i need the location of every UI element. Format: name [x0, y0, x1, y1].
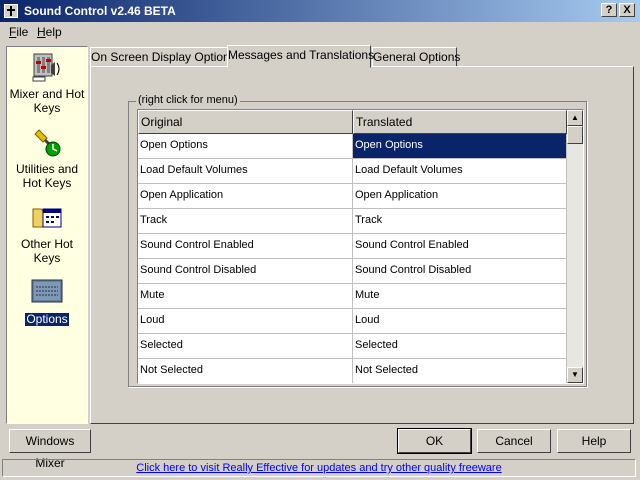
ok-button[interactable]: OK	[397, 428, 472, 454]
table-row[interactable]: Not Selected Not Selected	[138, 359, 567, 383]
sidebar-item-label: Other Hot	[20, 237, 74, 251]
scroll-thumb[interactable]	[567, 126, 583, 144]
app-icon[interactable]	[4, 4, 18, 18]
cell-translated[interactable]: Loud	[353, 309, 567, 334]
table-row[interactable]: Open Options Open Options	[138, 134, 567, 159]
windows-mixer-button[interactable]: Windows Mixer	[9, 429, 91, 470]
sidebar-item-label: Keys	[33, 101, 61, 115]
table-row[interactable]: Sound Control Enabled Sound Control Enab…	[138, 234, 567, 259]
menu-help[interactable]: Help	[37, 25, 62, 39]
cell-original[interactable]: Not Selected	[138, 359, 353, 383]
help-title-button[interactable]: ?	[601, 3, 617, 17]
table-row[interactable]: Selected Selected	[138, 334, 567, 359]
sidebar-item-options[interactable]: Options	[7, 276, 87, 327]
translations-grid[interactable]: Original Translated Open Options Open Op…	[137, 109, 584, 384]
help-button[interactable]: Help	[557, 429, 631, 453]
sidebar-item-label: Hot Keys	[22, 176, 72, 190]
sidebar: Mixer and Hot Keys Utilities and Hot Key…	[6, 46, 88, 424]
tab-on-screen-display[interactable]: On Screen Display Options	[90, 47, 236, 67]
cell-translated[interactable]: Open Options	[353, 134, 567, 159]
scroll-up-button[interactable]: ▲	[567, 110, 583, 126]
menu-bar: File Help	[0, 22, 640, 42]
website-link[interactable]: Click here to visit Really Effective for…	[136, 462, 501, 474]
tab-messages-translations[interactable]: Messages and Translations	[227, 45, 374, 68]
cell-translated[interactable]: Selected	[353, 334, 567, 359]
column-header-original[interactable]: Original	[138, 110, 353, 134]
sidebar-item-label: Keys	[33, 251, 61, 265]
window-title: Sound Control v2.46 BETA	[24, 4, 176, 18]
cell-translated[interactable]: Mute	[353, 284, 567, 309]
column-header-translated[interactable]: Translated	[353, 110, 567, 134]
cell-original[interactable]: Sound Control Enabled	[138, 234, 353, 259]
vertical-scrollbar[interactable]: ▲ ▼	[567, 110, 583, 383]
table-row[interactable]: Mute Mute	[138, 284, 567, 309]
cell-original[interactable]: Loud	[138, 309, 353, 334]
cell-translated[interactable]: Sound Control Enabled	[353, 234, 567, 259]
cell-original[interactable]: Open Options	[138, 134, 353, 159]
status-bar: Click here to visit Really Effective for…	[2, 459, 636, 477]
options-icon	[31, 276, 63, 308]
title-bar: Sound Control v2.46 BETA ? X	[0, 0, 640, 22]
scroll-down-button[interactable]: ▼	[567, 367, 583, 383]
cell-original[interactable]: Open Application	[138, 184, 353, 209]
table-row[interactable]: Open Application Open Application	[138, 184, 567, 209]
cell-original[interactable]: Sound Control Disabled	[138, 259, 353, 284]
sidebar-item-label: Mixer and Hot	[9, 87, 85, 101]
table-row[interactable]: Sound Control Disabled Sound Control Dis…	[138, 259, 567, 284]
cell-original[interactable]: Track	[138, 209, 353, 234]
sidebar-item-other-hot-keys[interactable]: Other Hot Keys	[7, 201, 87, 265]
cell-translated[interactable]: Sound Control Disabled	[353, 259, 567, 284]
cell-translated[interactable]: Not Selected	[353, 359, 567, 383]
table-row[interactable]: Loud Loud	[138, 309, 567, 334]
cell-original[interactable]: Selected	[138, 334, 353, 359]
cell-translated[interactable]: Open Application	[353, 184, 567, 209]
group-label: (right click for menu)	[136, 94, 240, 106]
close-button[interactable]: X	[619, 3, 635, 17]
folder-calendar-icon	[31, 201, 63, 233]
table-row[interactable]: Load Default Volumes Load Default Volume…	[138, 159, 567, 184]
cell-original[interactable]: Load Default Volumes	[138, 159, 353, 184]
table-row[interactable]: Track Track	[138, 209, 567, 234]
sidebar-item-label: Options	[24, 312, 70, 327]
cancel-button[interactable]: Cancel	[477, 429, 551, 453]
sidebar-item-label: Utilities and	[15, 162, 79, 176]
sidebar-item-mixer[interactable]: Mixer and Hot Keys	[7, 51, 87, 115]
cell-translated[interactable]: Load Default Volumes	[353, 159, 567, 184]
mixer-icon	[31, 51, 63, 83]
utilities-icon	[31, 126, 63, 158]
sidebar-item-utilities[interactable]: Utilities and Hot Keys	[7, 126, 87, 190]
menu-file[interactable]: File	[9, 25, 28, 39]
tab-general-options[interactable]: General Options	[372, 47, 460, 67]
cell-original[interactable]: Mute	[138, 284, 353, 309]
cell-translated[interactable]: Track	[353, 209, 567, 234]
